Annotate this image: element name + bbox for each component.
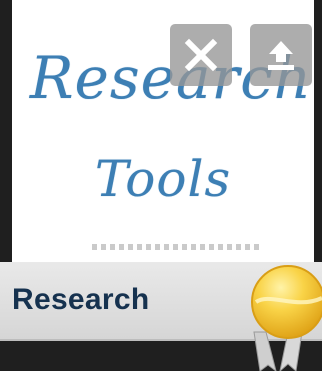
- upload-image-button[interactable]: [250, 24, 312, 86]
- upload-icon: [268, 41, 294, 70]
- image-thumbnail[interactable]: Research Tools: [12, 0, 314, 262]
- thumbnail-title-line-2: Tools: [94, 150, 232, 208]
- thumbnail-fine-print: [92, 244, 262, 250]
- award-ribbon-icon: [251, 265, 322, 371]
- remove-image-button[interactable]: [170, 24, 232, 86]
- banner-label: Research: [12, 283, 150, 316]
- research-banner[interactable]: Research: [0, 262, 322, 371]
- close-icon: [184, 38, 218, 72]
- screen: Research Tools Research: [0, 0, 322, 371]
